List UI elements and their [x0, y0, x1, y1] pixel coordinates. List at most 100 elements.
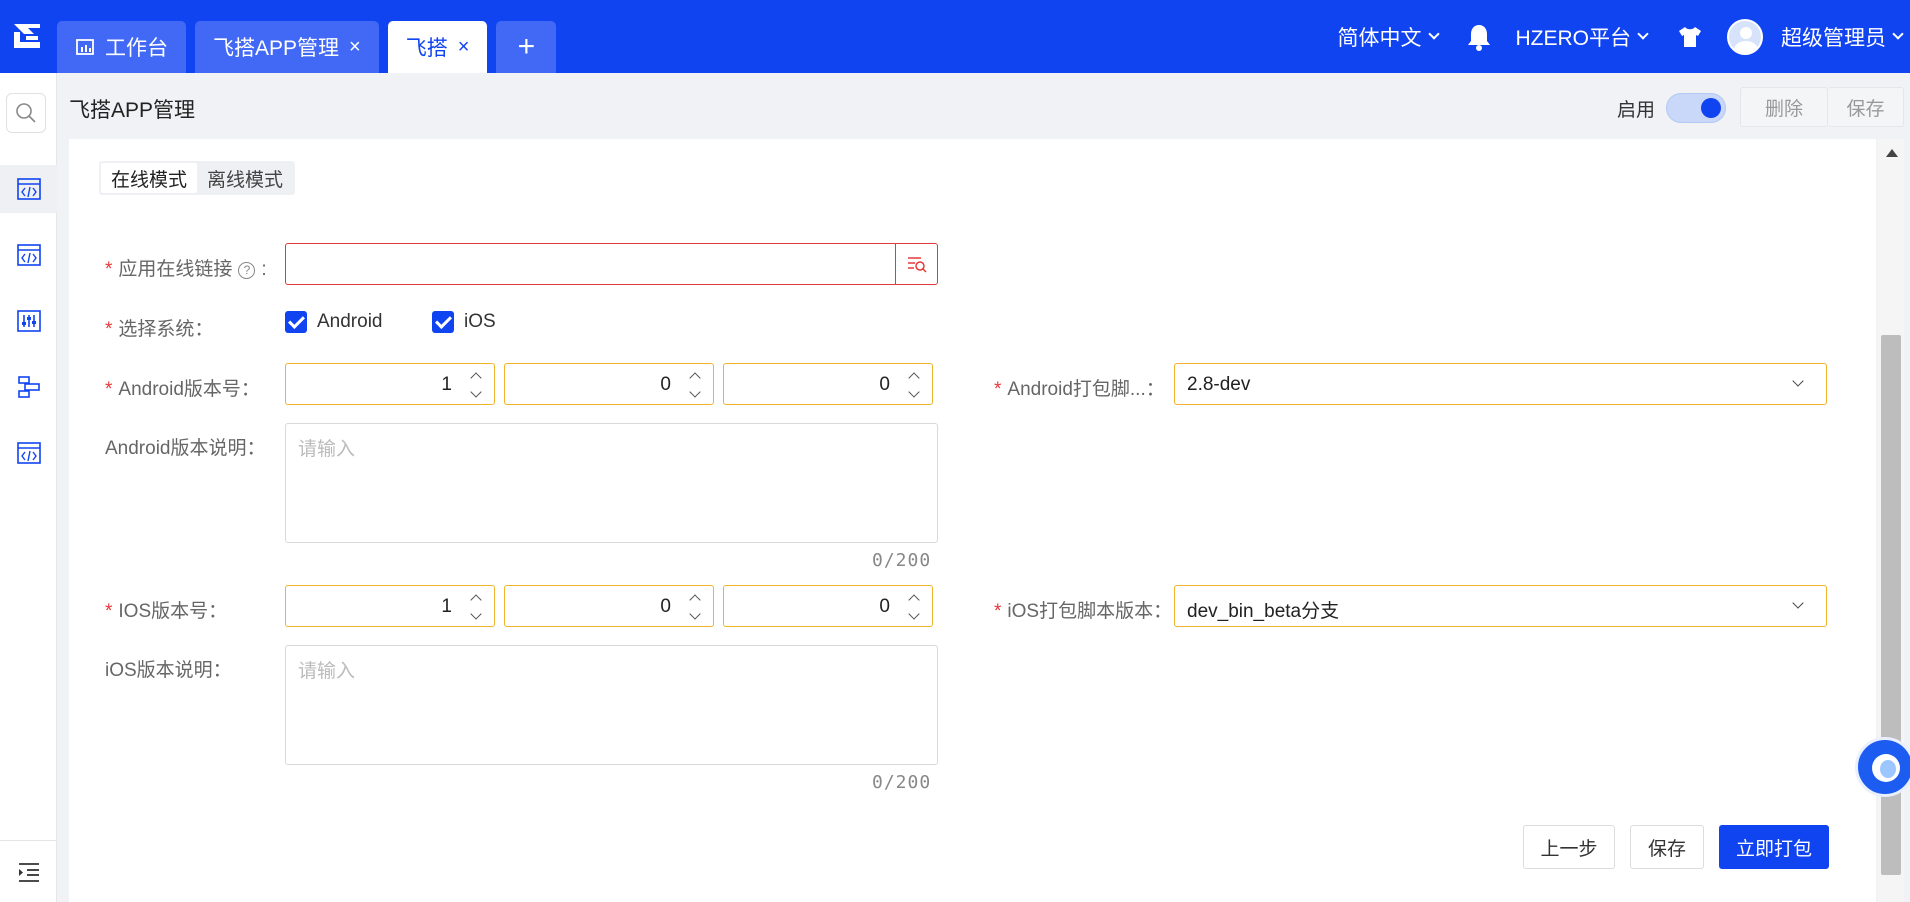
prev-step-button[interactable]: 上一步	[1523, 825, 1615, 869]
mode-offline[interactable]: 离线模式	[197, 163, 293, 193]
flow-icon	[17, 376, 40, 398]
theme-button[interactable]	[1677, 25, 1703, 49]
ios-script-select[interactable]: dev_bin_beta分支	[1174, 585, 1827, 627]
chevron-down-icon	[1792, 375, 1804, 387]
android-desc-textarea[interactable]: 请输入	[285, 423, 938, 543]
language-selector[interactable]: 简体中文	[1337, 22, 1440, 52]
hzero-logo	[10, 18, 46, 54]
chevron-down-icon	[1892, 28, 1904, 40]
chevron-down-icon[interactable]	[908, 386, 920, 398]
chevron-up-icon[interactable]	[689, 372, 701, 384]
user-name: 超级管理员	[1781, 26, 1886, 50]
sidebar-item-4[interactable]	[0, 363, 57, 411]
required-mark: *	[105, 379, 113, 400]
close-icon[interactable]: ×	[349, 37, 361, 57]
sidebar-item-2[interactable]	[0, 231, 57, 279]
ios-version-major[interactable]: 1	[285, 585, 495, 627]
help-icon[interactable]: ?	[238, 262, 256, 279]
chevron-down-icon[interactable]	[470, 608, 482, 620]
platform-selector[interactable]: HZERO平台	[1515, 22, 1649, 52]
enable-switch[interactable]	[1666, 93, 1726, 123]
stepper-arrows[interactable]	[687, 590, 703, 624]
android-version-label: * Android版本号：	[105, 374, 260, 401]
shirt-icon	[1679, 26, 1701, 47]
ios-desc-counter: 0/200	[872, 772, 932, 793]
ios-version-label: * IOS版本号：	[105, 596, 227, 623]
sidebar-item-1[interactable]	[0, 165, 57, 213]
mode-switch: 在线模式 离线模式	[99, 161, 296, 195]
label-text: Android版本号：	[118, 379, 260, 400]
ios-version-patch[interactable]: 0	[723, 585, 933, 627]
build-now-button[interactable]: 立即打包	[1719, 825, 1829, 869]
stepper-arrows[interactable]	[906, 368, 922, 402]
chevron-up-icon[interactable]	[470, 594, 482, 606]
search-icon	[16, 103, 36, 123]
tab-feida[interactable]: 飞搭 ×	[387, 21, 488, 73]
save-top-button[interactable]: 保存	[1828, 87, 1904, 127]
required-mark: *	[994, 379, 1002, 400]
stepper-arrows[interactable]	[468, 590, 484, 624]
chevron-down-icon[interactable]	[689, 386, 701, 398]
placeholder: 请输入	[298, 439, 356, 460]
label-colon: :	[261, 259, 267, 280]
page-header: 飞搭APP管理 启用 删除 保存	[57, 73, 1910, 139]
tab-workbench[interactable]: 工作台	[57, 21, 186, 73]
tab-label: 工作台	[105, 37, 168, 60]
number-value: 0	[660, 596, 671, 617]
chevron-up-icon[interactable]	[689, 594, 701, 606]
collapse-menu-button[interactable]	[0, 840, 57, 902]
switch-knob	[1701, 98, 1721, 118]
checkbox-ios[interactable]: iOS	[432, 311, 496, 333]
ios-version-minor[interactable]: 0	[504, 585, 714, 627]
number-value: 0	[660, 374, 671, 395]
mode-online[interactable]: 在线模式	[101, 163, 198, 193]
sidebar-item-5[interactable]	[0, 429, 57, 477]
select-value: dev_bin_beta分支	[1187, 601, 1340, 622]
delete-button[interactable]: 删除	[1740, 87, 1828, 127]
enable-label: 启用	[1617, 100, 1656, 121]
tab-label: 飞搭APP管理	[213, 37, 340, 60]
stepper-arrows[interactable]	[687, 368, 703, 402]
stepper-arrows[interactable]	[906, 590, 922, 624]
ios-desc-textarea[interactable]: 请输入	[285, 645, 938, 765]
bell-icon	[1467, 24, 1490, 51]
tab-feida-app-management[interactable]: 飞搭APP管理 ×	[195, 21, 379, 73]
assistant-float-button[interactable]	[1855, 737, 1910, 797]
chevron-down-icon[interactable]	[689, 608, 701, 620]
checkbox-checked-icon	[432, 311, 454, 333]
checkbox-android[interactable]: Android	[285, 311, 383, 333]
chevron-down-icon[interactable]	[908, 608, 920, 620]
label-text: iOS打包脚本版本：	[1007, 601, 1173, 622]
number-value: 1	[441, 596, 452, 617]
chevron-down-icon	[1427, 28, 1440, 40]
android-version-minor[interactable]: 0	[504, 363, 714, 405]
add-tab-button[interactable]: +	[496, 21, 557, 73]
code-window-icon	[16, 178, 41, 200]
scroll-up-arrow-icon[interactable]	[1886, 149, 1898, 157]
chevron-up-icon[interactable]	[908, 372, 920, 384]
menu-search-button[interactable]	[6, 93, 46, 133]
platform-label: HZERO平台	[1515, 26, 1632, 50]
online-link-input[interactable]	[285, 243, 938, 285]
code-window-icon	[16, 244, 41, 266]
chevron-down-icon	[1792, 597, 1804, 609]
android-version-patch[interactable]: 0	[723, 363, 933, 405]
sidebar-item-3[interactable]	[0, 297, 57, 345]
stepper-arrows[interactable]	[468, 368, 484, 402]
android-script-select[interactable]: 2.8-dev	[1174, 363, 1827, 405]
chevron-up-icon[interactable]	[908, 594, 920, 606]
label-text: IOS版本号：	[118, 601, 228, 622]
chevron-down-icon[interactable]	[470, 386, 482, 398]
left-sidebar	[0, 73, 57, 902]
user-menu[interactable]: 超级管理员	[1727, 18, 1904, 55]
save-button[interactable]: 保存	[1630, 825, 1704, 869]
search-list-icon	[907, 257, 927, 273]
chevron-up-icon[interactable]	[470, 372, 482, 384]
plus-icon: +	[517, 30, 536, 63]
page-tabs: 工作台 飞搭APP管理 × 飞搭 × +	[57, 21, 557, 73]
language-label: 简体中文	[1337, 26, 1422, 50]
close-icon[interactable]: ×	[458, 37, 470, 57]
notification-button[interactable]	[1466, 23, 1492, 51]
link-search-button[interactable]	[895, 244, 937, 284]
android-version-major[interactable]: 1	[285, 363, 495, 405]
